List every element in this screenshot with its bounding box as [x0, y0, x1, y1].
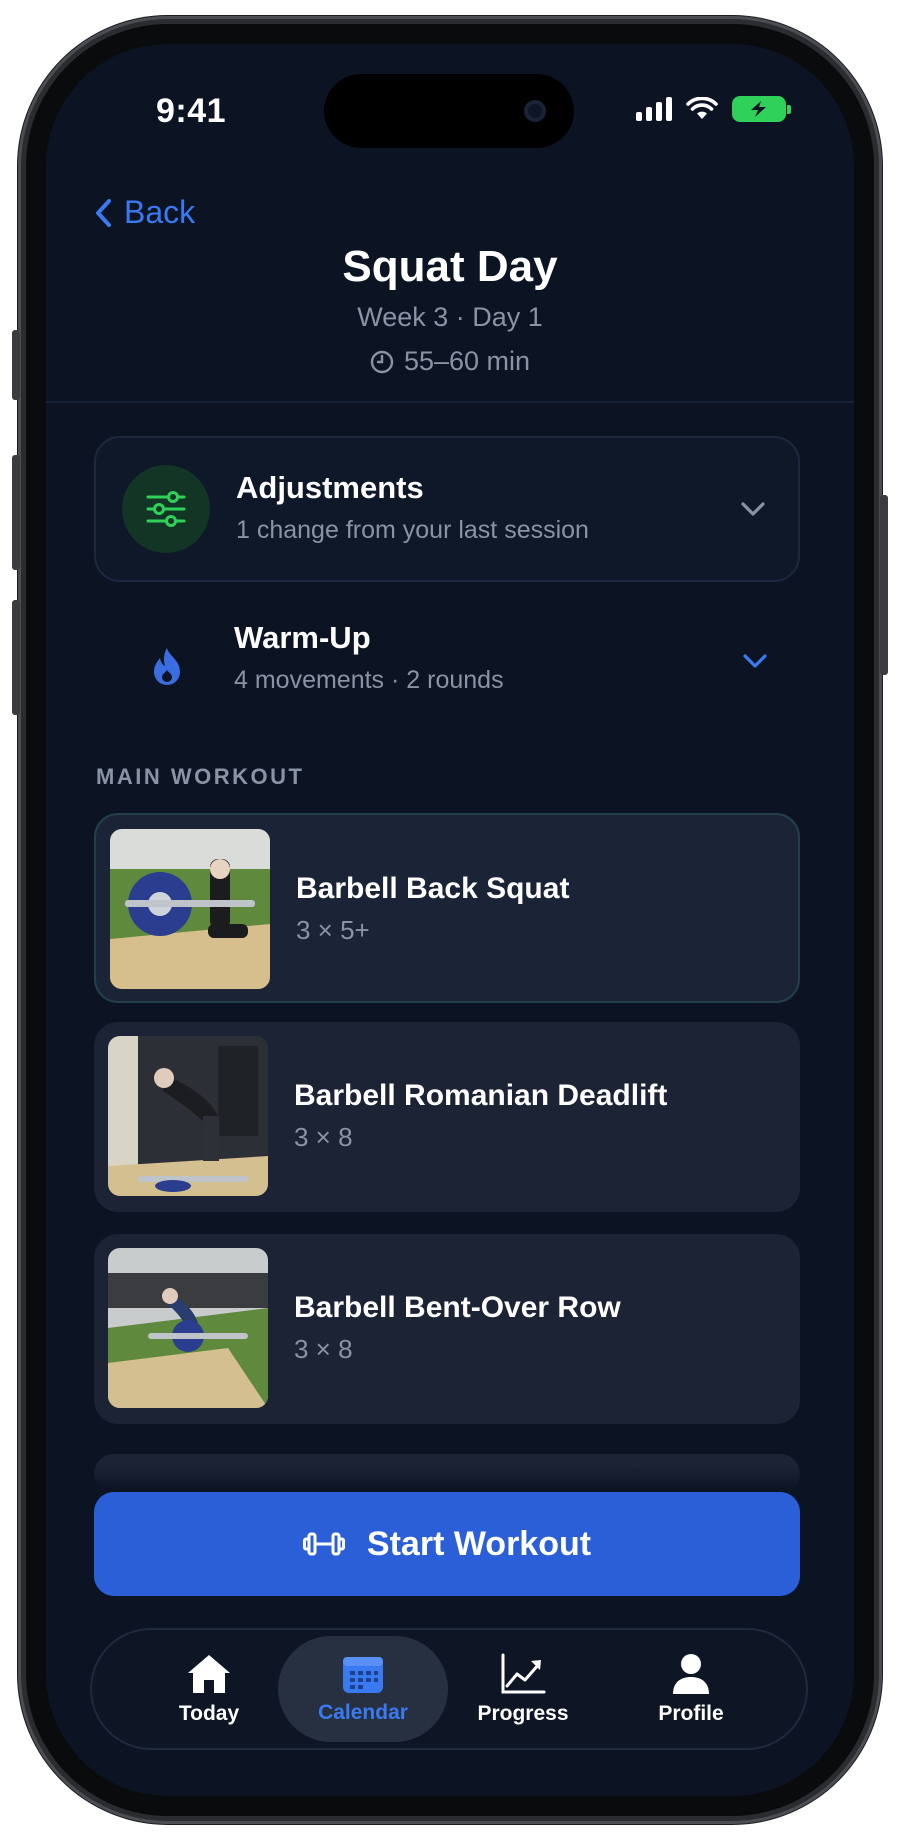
duration-label: 55–60 min [403, 346, 531, 376]
dynamic-island [324, 74, 574, 148]
status-time: 9:41 [156, 92, 227, 130]
sliders-icon [146, 491, 186, 527]
start-workout-label: Start Workout [366, 1524, 592, 1563]
exercise-card[interactable]: Barbell Back Squat 3 × 5+ [94, 813, 800, 1003]
app-screen: 9:41 Back Squat Day Week 3 · Day 1 55–60… [46, 44, 854, 1796]
exercise-name: Barbell Romanian Deadlift [294, 1079, 668, 1112]
tab-profile[interactable]: Profile [606, 1630, 776, 1748]
exercise-sets: 3 × 8 [294, 1122, 353, 1152]
exercise-thumbnail [108, 1248, 268, 1408]
chevron-down-icon[interactable] [742, 652, 768, 670]
tab-label: Progress [477, 1702, 569, 1725]
adjustments-subtitle: 1 change from your last session [236, 516, 589, 544]
calendar-icon [343, 1657, 383, 1693]
exercise-sets: 3 × 5+ [296, 915, 370, 945]
warmup-row[interactable]: Warm-Up 4 movements · 2 rounds [94, 602, 800, 732]
tab-label: Profile [658, 1702, 724, 1725]
adjustments-title: Adjustments [236, 470, 424, 505]
exercise-card[interactable]: Barbell Romanian Deadlift 3 × 8 [94, 1022, 800, 1212]
exercise-name: Barbell Bent-Over Row [294, 1291, 621, 1324]
power-button [880, 495, 888, 675]
chevron-down-icon[interactable] [740, 500, 766, 518]
home-icon [188, 1655, 230, 1693]
adjustments-icon-badge [122, 465, 210, 553]
header-divider [46, 401, 854, 403]
battery-charging-icon [732, 96, 791, 122]
tab-label: Calendar [318, 1701, 408, 1724]
tab-label: Today [178, 1702, 240, 1725]
cellular-signal-icon [636, 97, 672, 121]
flame-icon [154, 648, 180, 685]
exercise-name: Barbell Back Squat [296, 872, 570, 905]
tab-progress[interactable]: Progress [438, 1630, 608, 1748]
warmup-title: Warm-Up [234, 620, 371, 655]
wifi-icon [686, 97, 718, 119]
person-icon [673, 1654, 709, 1694]
front-camera [524, 100, 546, 122]
volume-down-button [12, 600, 20, 715]
warmup-subtitle: 4 movements · 2 rounds [234, 666, 504, 694]
chart-icon [501, 1653, 546, 1694]
page-subtitle: Week 3 · Day 1 [357, 302, 543, 332]
tab-today[interactable]: Today [124, 1630, 294, 1748]
workout-duration: 55–60 min [46, 346, 854, 377]
back-button[interactable]: Back [94, 194, 195, 231]
exercise-card[interactable]: Barbell Bent-Over Row 3 × 8 [94, 1234, 800, 1424]
page-title: Squat Day [342, 242, 558, 291]
exercise-thumbnail [110, 829, 270, 989]
main-workout-label: MAIN WORKOUT [96, 764, 305, 789]
volume-up-button [12, 455, 20, 570]
exercise-sets: 3 × 8 [294, 1334, 353, 1364]
exercise-thumbnail [108, 1036, 268, 1196]
tab-calendar[interactable]: Calendar [278, 1636, 448, 1742]
status-icons [636, 96, 791, 122]
dumbbell-icon [302, 1532, 345, 1556]
start-workout-button[interactable]: Start Workout [94, 1492, 800, 1596]
adjustments-card[interactable]: Adjustments 1 change from your last sess… [94, 436, 800, 582]
back-label: Back [124, 194, 196, 230]
tab-bar: Today Calendar Progress Profile [90, 1628, 808, 1750]
chevron-left-icon [96, 198, 111, 227]
silent-switch [12, 330, 20, 400]
clock-icon [370, 350, 394, 373]
